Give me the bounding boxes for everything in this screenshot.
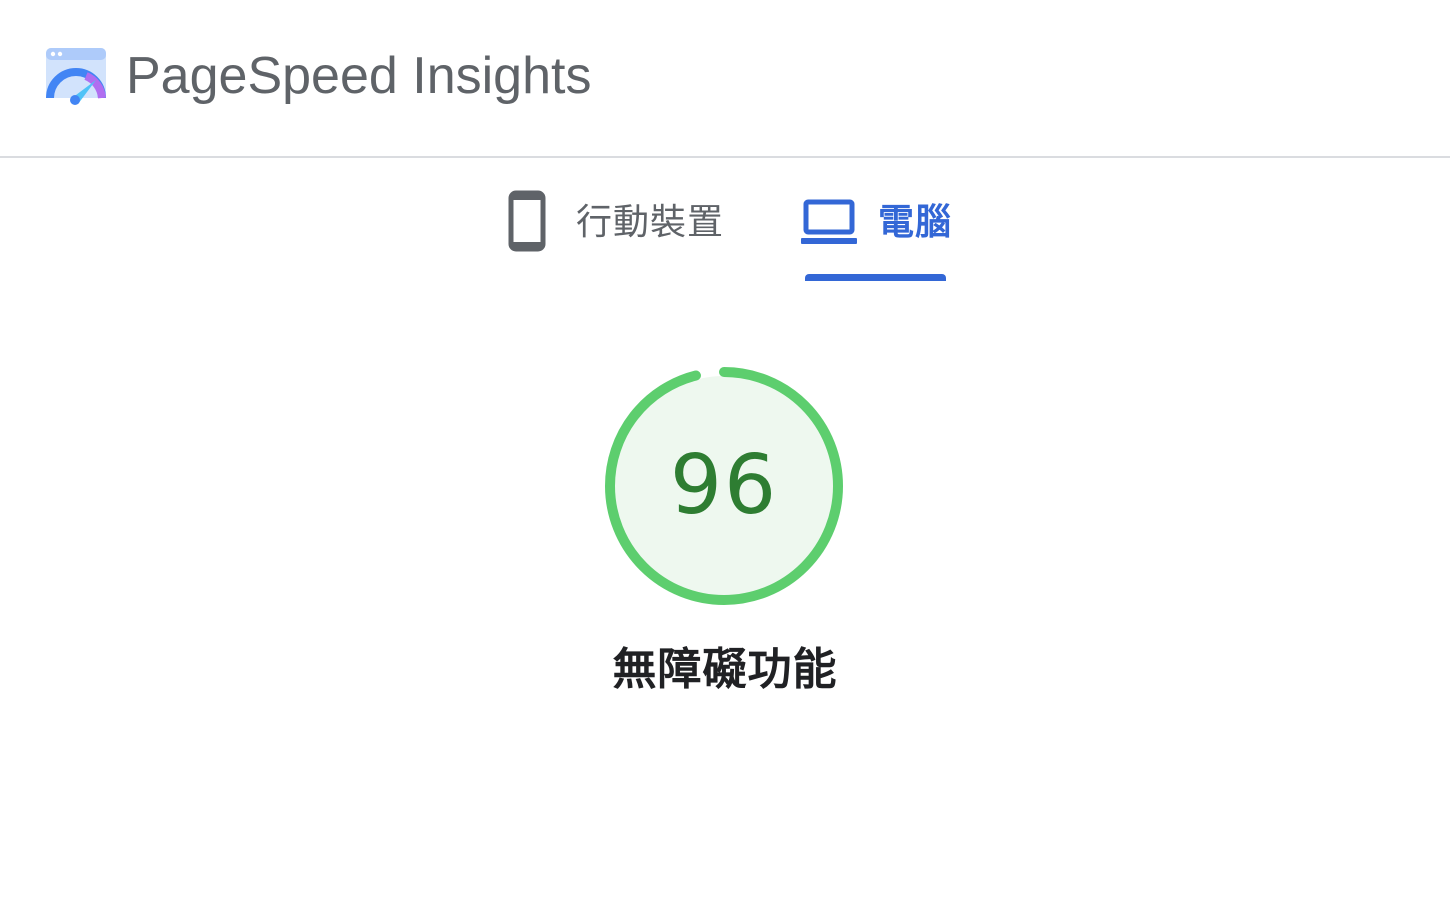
app-header: PageSpeed Insights (0, 0, 1450, 158)
score-gauge: 96 (602, 364, 846, 608)
smartphone-icon (504, 190, 550, 254)
tab-mobile-label: 行動裝置 (576, 201, 725, 242)
gauge-label: 無障礙功能 (612, 645, 838, 694)
laptop-icon (800, 190, 858, 250)
device-tabs: 行動裝置 電腦 (0, 160, 1450, 284)
tab-desktop-label: 電腦 (878, 201, 953, 242)
app-title: PageSpeed Insights (126, 47, 592, 105)
active-tab-indicator (805, 274, 946, 281)
tab-desktop[interactable]: 電腦 (790, 160, 960, 284)
tab-mobile[interactable]: 行動裝置 (496, 160, 736, 284)
gauge-score: 96 (669, 438, 779, 533)
pagespeed-logo-icon[interactable] (44, 46, 108, 110)
